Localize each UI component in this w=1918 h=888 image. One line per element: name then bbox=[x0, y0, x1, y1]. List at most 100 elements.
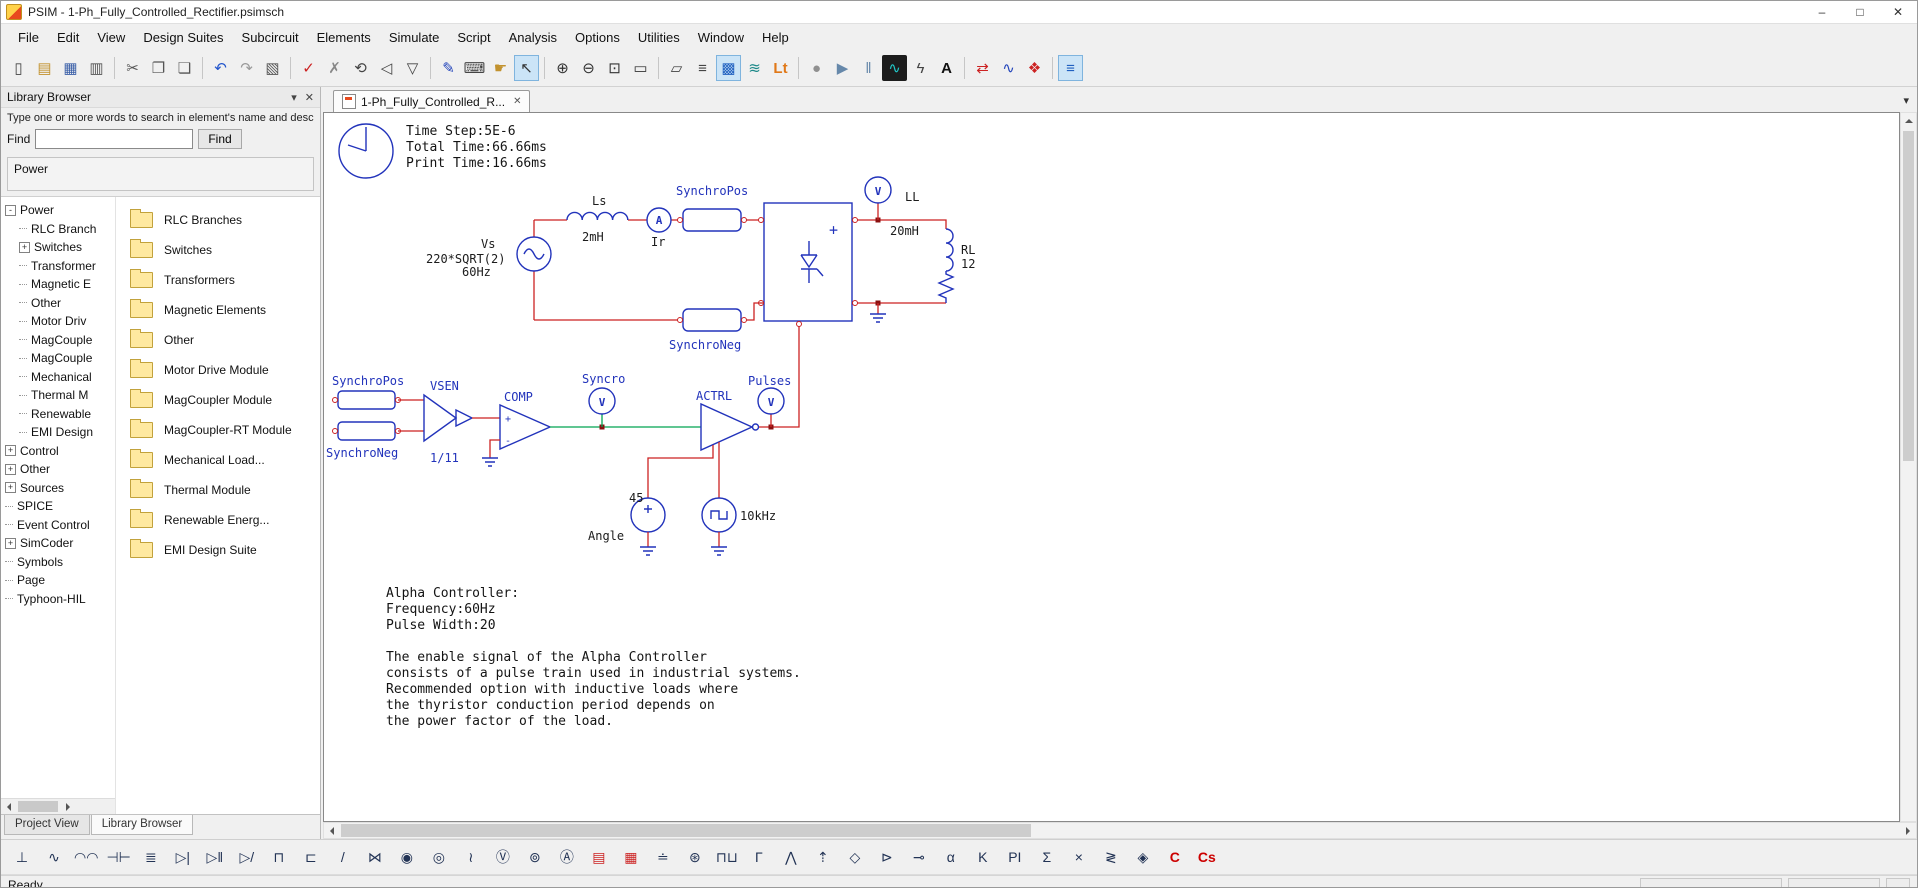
gating-block-icon[interactable]: ⊳ bbox=[872, 842, 902, 872]
pause-simulation-icon[interactable]: ‖ bbox=[856, 55, 881, 81]
ir-ammeter[interactable]: A Ir bbox=[647, 208, 671, 249]
voltage-probe-icon[interactable]: Ⓥ bbox=[488, 842, 518, 872]
diode-icon[interactable]: ▷| bbox=[168, 842, 198, 872]
transformer-icon[interactable]: ◉ bbox=[392, 842, 422, 872]
element-list-icon[interactable]: ≡ bbox=[690, 55, 715, 81]
library-item-magcoupler-module[interactable]: MagCoupler Module bbox=[116, 385, 320, 415]
tree-horizontal-scrollbar[interactable] bbox=[1, 798, 115, 814]
alpha-controller-block[interactable]: ACTRL bbox=[696, 389, 759, 450]
tree-item-switches[interactable]: +Switches bbox=[1, 238, 115, 257]
tab-close-icon[interactable]: ✕ bbox=[513, 96, 521, 107]
capacitor-icon[interactable]: ⊣⊢ bbox=[103, 842, 133, 872]
message-log-icon[interactable]: ≡ bbox=[1058, 55, 1083, 81]
tree-item-other[interactable]: +Other bbox=[1, 460, 115, 479]
c-script-icon[interactable]: Cs bbox=[1192, 842, 1222, 872]
annotation-text[interactable]: Alpha Controller: Frequency:60Hz Pulse W… bbox=[386, 586, 801, 729]
close-button[interactable]: ✕ bbox=[1879, 1, 1917, 23]
tree-item-typhoon-hil[interactable]: Typhoon-HIL bbox=[1, 590, 115, 609]
zener-diode-icon[interactable]: ▷‖ bbox=[200, 842, 230, 872]
synchroneg-terminal-block[interactable]: SynchroNeg bbox=[326, 422, 401, 460]
vs-source[interactable]: Vs 220*SQRT(2) 60Hz bbox=[426, 220, 551, 320]
k-gain-icon[interactable]: K bbox=[968, 842, 998, 872]
panel-close-icon[interactable]: ✕ bbox=[305, 91, 314, 104]
menu-design-suites[interactable]: Design Suites bbox=[134, 26, 232, 49]
syncro-voltmeter-probe[interactable]: V Syncro bbox=[582, 372, 625, 427]
flip-horizontal-icon[interactable]: ◁ bbox=[374, 55, 399, 81]
thyristor-icon[interactable]: ▷/ bbox=[232, 842, 262, 872]
scroll-left-icon[interactable] bbox=[324, 823, 340, 838]
simcoder-icon[interactable]: ⇄ bbox=[970, 55, 995, 81]
scrollbar-thumb[interactable] bbox=[18, 801, 58, 812]
tree-item-event-control[interactable]: Event Control bbox=[1, 516, 115, 535]
igbt-icon[interactable]: ⊏ bbox=[296, 842, 326, 872]
library-item-magnetic-elements[interactable]: Magnetic Elements bbox=[116, 295, 320, 325]
c-block-icon[interactable]: C bbox=[1160, 842, 1190, 872]
select-pointer-icon[interactable]: ↖ bbox=[514, 55, 539, 81]
coupled-inductor-icon[interactable]: ≀ bbox=[456, 842, 486, 872]
find-button[interactable]: Find bbox=[198, 129, 241, 149]
scroll-up-icon[interactable] bbox=[1901, 113, 1916, 129]
subcircuit-icon[interactable]: ▱ bbox=[664, 55, 689, 81]
dc-source-icon[interactable]: ≐ bbox=[648, 842, 678, 872]
expand-icon[interactable]: + bbox=[5, 538, 16, 549]
run-simulation-icon[interactable]: ▶ bbox=[830, 55, 855, 81]
simulation-clock-element[interactable] bbox=[339, 124, 393, 178]
tree-item-control[interactable]: +Control bbox=[1, 442, 115, 461]
schematic-canvas[interactable]: Time Step:5E-6 Total Time:66.66ms Print … bbox=[323, 112, 1900, 822]
expand-icon[interactable]: + bbox=[19, 242, 30, 253]
current-source-icon[interactable]: ⇡ bbox=[808, 842, 838, 872]
summer-icon[interactable]: Σ bbox=[1032, 842, 1062, 872]
tree-item-motor-driv[interactable]: Motor Driv bbox=[1, 312, 115, 331]
rl-resistor[interactable]: RL 12 bbox=[939, 243, 975, 303]
curve-capture-icon[interactable]: ≋ bbox=[742, 55, 767, 81]
menu-view[interactable]: View bbox=[88, 26, 134, 49]
tab-library-browser[interactable]: Library Browser bbox=[91, 815, 194, 835]
cut-icon[interactable]: ✂ bbox=[120, 55, 145, 81]
zoom-fit-icon[interactable]: ▭ bbox=[628, 55, 653, 81]
library-item-motor-drive-module[interactable]: Motor Drive Module bbox=[116, 355, 320, 385]
library-item-switches[interactable]: Switches bbox=[116, 235, 320, 265]
mosfet-icon[interactable]: ⊓ bbox=[264, 842, 294, 872]
synchropos-block[interactable]: SynchroPos bbox=[676, 184, 748, 231]
text-tool-icon[interactable]: A bbox=[934, 55, 959, 81]
library-item-mechanical-load-[interactable]: Mechanical Load... bbox=[116, 445, 320, 475]
rectifier-bridge[interactable]: + bbox=[759, 203, 858, 321]
synchropos-terminal-block[interactable]: SynchroPos bbox=[332, 374, 404, 409]
zoom-out-icon[interactable]: ⊖ bbox=[576, 55, 601, 81]
canvas-vertical-scrollbar[interactable] bbox=[1900, 112, 1917, 822]
menu-utilities[interactable]: Utilities bbox=[629, 26, 689, 49]
inductor-icon[interactable]: ◠◠ bbox=[71, 842, 101, 872]
tree-item-transformer[interactable]: Transformer bbox=[1, 257, 115, 276]
current-probe-icon[interactable]: Ⓐ bbox=[552, 842, 582, 872]
comparator[interactable]: + - COMP bbox=[500, 390, 550, 449]
rlc-branch-icon[interactable]: ≣ bbox=[136, 842, 166, 872]
scroll-left-icon[interactable] bbox=[1, 799, 16, 814]
panel-menu-icon[interactable]: ▾ bbox=[291, 91, 297, 104]
menu-elements[interactable]: Elements bbox=[308, 26, 380, 49]
menu-analysis[interactable]: Analysis bbox=[500, 26, 566, 49]
triangle-source-icon[interactable]: ⋀ bbox=[776, 842, 806, 872]
menu-simulate[interactable]: Simulate bbox=[380, 26, 449, 49]
tree-item-magnetic-e[interactable]: Magnetic E bbox=[1, 275, 115, 294]
tree-item-renewable[interactable]: Renewable bbox=[1, 405, 115, 424]
tree-item-simcoder[interactable]: +SimCoder bbox=[1, 534, 115, 553]
three-phase-transformer-icon[interactable]: ◎ bbox=[424, 842, 454, 872]
expand-icon[interactable]: + bbox=[5, 445, 16, 456]
scroll-right-icon[interactable] bbox=[60, 799, 75, 814]
library-item-thermal-module[interactable]: Thermal Module bbox=[116, 475, 320, 505]
draw-wire-icon[interactable]: ✎ bbox=[436, 55, 461, 81]
square-source-icon[interactable]: ⊓⊔ bbox=[712, 842, 742, 872]
check-connection-icon[interactable]: ✓ bbox=[296, 55, 321, 81]
tree-item-other[interactable]: Other bbox=[1, 294, 115, 313]
document-tab[interactable]: 1-Ph_Fully_Controlled_R... ✕ bbox=[333, 90, 530, 112]
ac-source-icon[interactable]: ⊛ bbox=[680, 842, 710, 872]
menu-options[interactable]: Options bbox=[566, 26, 629, 49]
zoom-window-icon[interactable]: ⊡ bbox=[602, 55, 627, 81]
controlled-source-icon[interactable]: ◇ bbox=[840, 842, 870, 872]
library-item-transformers[interactable]: Transformers bbox=[116, 265, 320, 295]
resize-grip[interactable] bbox=[1886, 878, 1910, 888]
menu-window[interactable]: Window bbox=[689, 26, 753, 49]
redo-icon[interactable]: ↷ bbox=[234, 55, 259, 81]
rotate-icon[interactable]: ⟲ bbox=[348, 55, 373, 81]
tree-item-thermal-m[interactable]: Thermal M bbox=[1, 386, 115, 405]
